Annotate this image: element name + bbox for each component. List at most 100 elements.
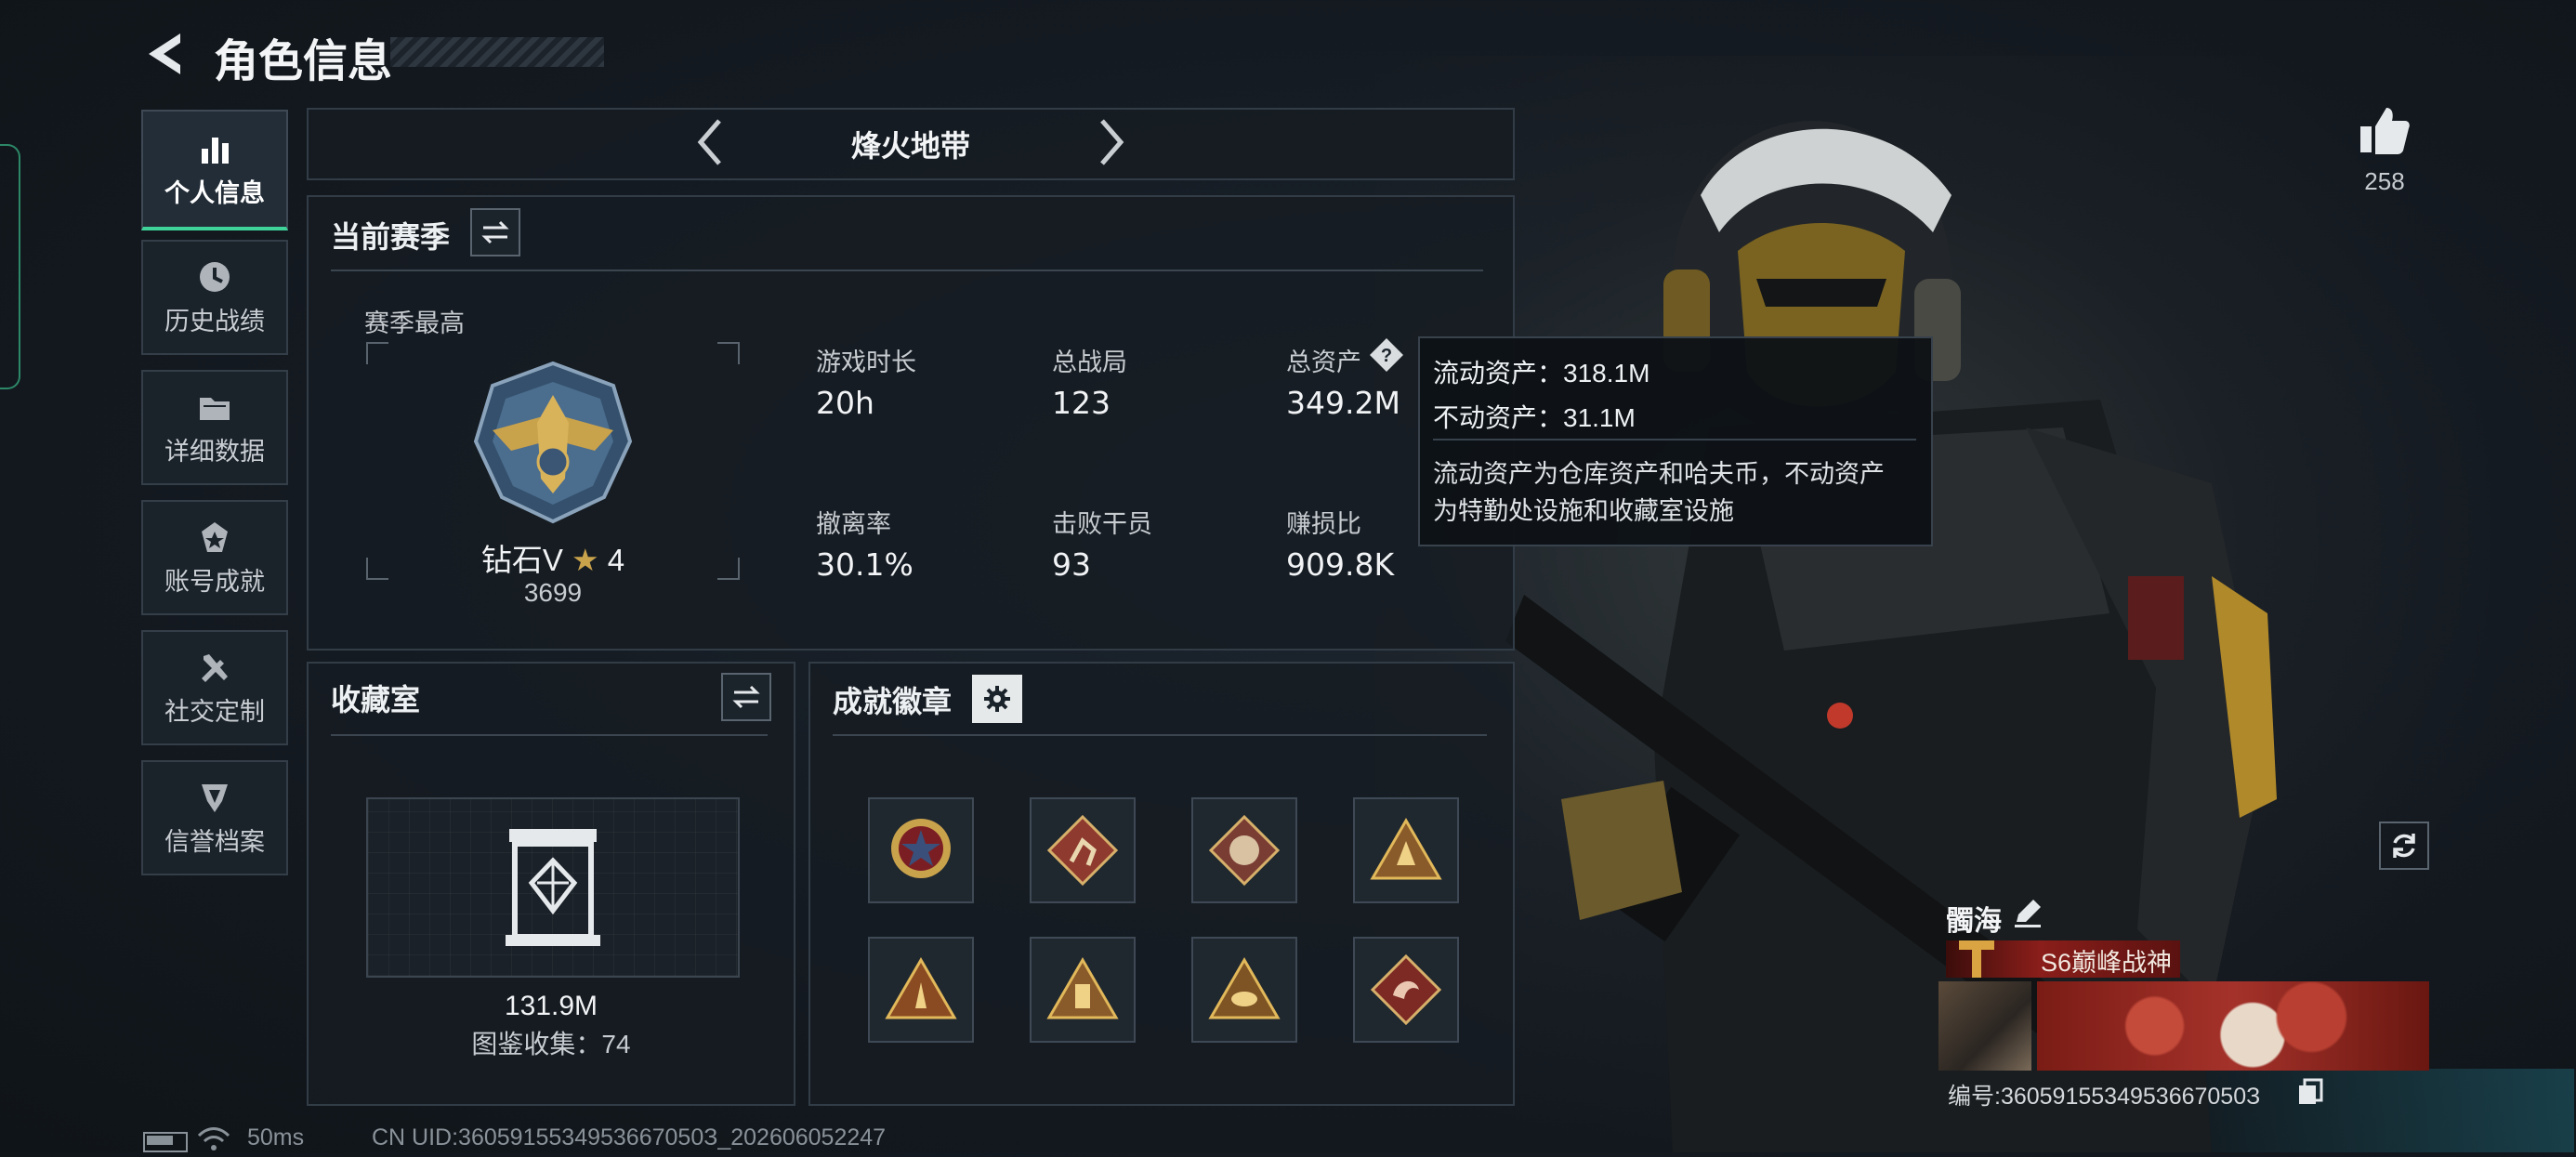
badge-star-medal[interactable]	[868, 797, 974, 903]
warrior-badge-icon	[1370, 818, 1442, 880]
tooltip-fixed-assets: 不动资产：31.1M	[1433, 403, 1636, 432]
stat-label-profit-ratio: 赚损比	[1286, 510, 1361, 538]
profile-card-thumb	[1939, 981, 2031, 1071]
edit-name-button[interactable]	[2011, 896, 2044, 929]
sidebar-item-label: 信誉档案	[164, 827, 265, 856]
player-name: 髑海	[1946, 906, 2002, 937]
tooltip-liquid-assets: 流动资产：318.1M	[1433, 359, 1650, 388]
refresh-icon	[2393, 834, 2415, 858]
badge-runner[interactable]	[1030, 797, 1136, 903]
shield-icon	[202, 783, 228, 812]
stat-label-extraction-rate: 撤离率	[816, 510, 891, 538]
dragon-badge-icon	[1370, 953, 1442, 1026]
copy-id-button[interactable]	[2297, 1078, 2323, 1106]
like-button[interactable]	[2357, 102, 2412, 158]
player-id: 编号:3605915534953667050З	[1948, 1084, 2261, 1110]
achievement-settings-button[interactable]	[972, 675, 1022, 723]
swap-arrows-icon	[732, 685, 760, 709]
stat-label-total-assets: 总资产	[1286, 348, 1361, 376]
stat-label-kills: 击败干员	[1052, 510, 1152, 538]
sidebar-item-social[interactable]: 社交定制	[141, 630, 288, 745]
help-icon[interactable]: ?	[1368, 336, 1405, 374]
copy-icon	[2299, 1078, 2323, 1104]
refresh-button[interactable]	[2379, 822, 2429, 870]
stat-value-total-assets: 349.2M	[1286, 385, 1400, 421]
pencil-icon	[2015, 900, 2041, 927]
achievement-divider	[833, 734, 1487, 736]
stat-value-total-matches: 123	[1052, 385, 1111, 421]
history-clock-icon	[200, 261, 230, 292]
mode-prev-button[interactable]	[688, 113, 734, 171]
mode-title: 烽火地带	[850, 129, 970, 163]
svg-text:?: ?	[1381, 346, 1392, 366]
rank-tier: 钻石V	[480, 543, 563, 577]
bar-chart-icon	[202, 137, 229, 164]
collection-divider	[331, 734, 768, 736]
swap-arrows-icon	[481, 220, 509, 244]
stat-value-playtime: 20h	[816, 385, 874, 421]
stat-value-extraction-rate: 30.1%	[816, 546, 913, 583]
left-edge-accent	[0, 144, 20, 389]
rank-star-icon: ★	[572, 543, 599, 577]
achievement-title: 成就徽章	[833, 685, 953, 718]
season-best-label: 赛季最高	[364, 309, 465, 337]
sidebar-item-label: 详细数据	[164, 437, 265, 466]
display-cabinet-icon	[506, 829, 600, 946]
header-decor-stripes	[390, 37, 604, 67]
sidebar-item-achievements[interactable]: 账号成就	[141, 500, 288, 615]
sidebar-item-label: 个人信息	[164, 178, 265, 207]
rank-frame-corner	[366, 558, 388, 580]
sidebar-item-label: 历史战绩	[164, 307, 265, 335]
gear-icon	[984, 686, 1010, 712]
folder-icon	[200, 397, 230, 420]
sidebar-item-history[interactable]: 历史战绩	[141, 240, 288, 355]
achievement-icon	[202, 521, 228, 552]
badge-beast[interactable]	[1191, 797, 1297, 903]
season-title: 当前赛季	[331, 220, 451, 254]
rank-stars: 4	[607, 543, 625, 577]
badge-eye[interactable]	[1191, 937, 1297, 1043]
battery-icon	[143, 1132, 188, 1152]
collection-swap-button[interactable]	[721, 673, 771, 721]
title-emblem-icon	[1955, 937, 1998, 981]
tooltip-desc-1: 流动资产为仓库资产和哈夫币，不动资产	[1433, 460, 1885, 488]
ping-value: 50ms	[247, 1124, 305, 1150]
player-title: S6巅峰战神	[2041, 949, 2173, 977]
sidebar-item-label: 账号成就	[164, 567, 265, 596]
rank-frame-corner	[366, 342, 388, 364]
eye-badge-icon	[1208, 957, 1281, 1019]
season-divider	[331, 270, 1483, 271]
stat-value-profit-ratio: 909.8K	[1286, 546, 1395, 583]
rank-name: 钻石V ★ 4	[474, 535, 632, 580]
collection-catalog: 图鉴收集：74	[471, 1030, 631, 1058]
page-title: 角色信息	[214, 37, 393, 86]
season-swap-button[interactable]	[470, 208, 520, 256]
back-arrow-icon	[149, 33, 180, 74]
badge-warrior[interactable]	[1353, 797, 1459, 903]
badge-tower[interactable]	[1030, 937, 1136, 1043]
stat-label-playtime: 游戏时长	[816, 348, 916, 376]
sidebar-item-label: 社交定制	[164, 697, 265, 726]
sidebar-item-detail-data[interactable]: 详细数据	[141, 370, 288, 485]
rank-frame-corner	[717, 558, 740, 580]
wifi-icon	[197, 1126, 230, 1152]
chevron-left-icon	[697, 119, 721, 165]
collection-title: 收藏室	[331, 683, 421, 717]
rank-score: 3699	[523, 578, 583, 607]
uid-text: CN UID:3605915534953667050З_202606052247	[372, 1124, 887, 1150]
sidebar-item-personal-info[interactable]: 个人信息	[141, 110, 288, 230]
mode-next-button[interactable]	[1087, 113, 1134, 171]
tooltip-divider	[1433, 439, 1916, 440]
thumbs-up-icon	[2360, 108, 2410, 154]
badge-pyramid[interactable]	[868, 937, 974, 1043]
stat-label-total-matches: 总战局	[1052, 348, 1127, 376]
back-button[interactable]	[139, 28, 195, 80]
like-count: 258	[2364, 167, 2405, 195]
runner-badge-icon	[1046, 814, 1119, 887]
stat-value-kills: 93	[1052, 546, 1091, 583]
sidebar-item-credit[interactable]: 信誉档案	[141, 760, 288, 875]
badge-dragon[interactable]	[1353, 937, 1459, 1043]
beast-badge-icon	[1208, 814, 1281, 887]
collection-preview[interactable]	[366, 797, 740, 978]
collection-value: 131.9M	[504, 991, 598, 1021]
